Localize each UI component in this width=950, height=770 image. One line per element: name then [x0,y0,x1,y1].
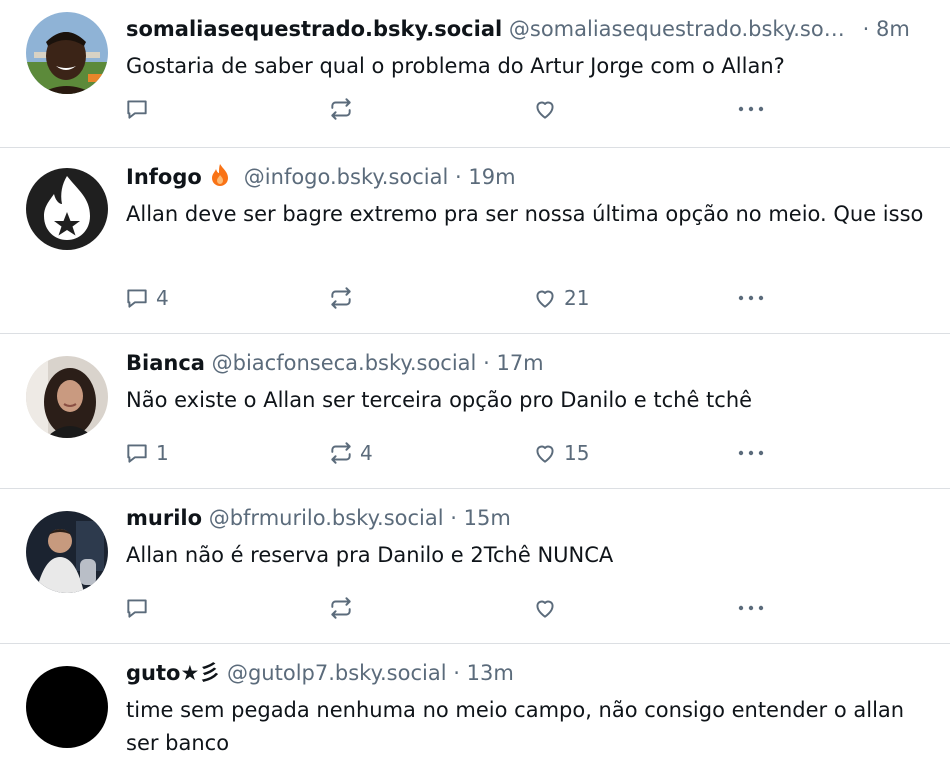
author-name[interactable]: Bianca [126,351,205,375]
post-header: murilo @bfrmurilo.bsky.social · 15m [126,503,936,533]
like-count: 21 [564,286,590,310]
post-text: Allan não é reserva pra Danilo e 2Tchê N… [126,543,614,567]
post-actions: 4 21 [0,283,950,313]
avatar[interactable] [26,168,108,250]
post-header: Bianca @biacfonseca.bsky.social · 17m [126,348,936,378]
post-header: guto★彡 @gutolp7.bsky.social · 13m [126,658,936,688]
flame-icon [211,164,228,186]
more-options-button[interactable] [736,593,766,623]
more-icon [738,295,764,301]
more-options-button[interactable] [736,438,766,468]
author-name[interactable]: guto★彡 [126,661,220,685]
heart-icon [536,290,554,308]
reply-button[interactable]: 1 [124,438,169,468]
post-time[interactable]: 15m [464,506,511,530]
author-name[interactable]: murilo [126,506,202,530]
reply-icon [127,100,147,119]
avatar[interactable] [26,12,108,94]
post-actions: 1 4 15 [0,438,950,468]
reply-icon [127,289,147,308]
reply-icon [127,599,147,618]
post-time[interactable]: 8m [876,17,910,41]
post-time[interactable]: 13m [467,661,514,685]
post-text: Não existe o Allan ser terceira opção pr… [126,388,753,412]
repost-icon [331,597,351,619]
reply-icon [127,444,147,463]
repost-button[interactable] [328,94,360,124]
feed-post[interactable]: murilo @bfrmurilo.bsky.social · 15m Alla… [0,489,950,644]
separator-dot: · [450,506,457,530]
reply-button[interactable]: 4 [124,283,169,313]
like-button[interactable] [532,94,564,124]
feed-post[interactable]: guto★彡 @gutolp7.bsky.social · 13m time s… [0,644,950,770]
post-text: Allan deve ser bagre extremo pra ser nos… [126,202,924,226]
feed-post[interactable]: Infogo @infogo.bsky.social · 19m Allan de… [0,148,950,334]
repost-button[interactable]: 4 [328,438,373,468]
author-name[interactable]: somaliasequestrado.bsky.social [126,17,502,41]
author-name[interactable]: Infogo [126,165,202,189]
reply-count: 1 [156,441,169,465]
post-time[interactable]: 17m [496,351,543,375]
more-options-button[interactable] [736,94,766,124]
author-handle[interactable]: @gutolp7.bsky.social [227,661,447,685]
post-header: Infogo @infogo.bsky.social · 19m [126,162,936,192]
separator-dot: · [483,351,490,375]
post-actions [0,94,950,124]
post-text: time sem pegada nenhuma no meio campo, n… [126,698,905,755]
feed-post[interactable]: Bianca @biacfonseca.bsky.social · 17m Nã… [0,334,950,489]
more-options-button[interactable] [736,283,766,313]
repost-icon [331,442,351,464]
reply-button[interactable] [124,94,156,124]
heart-icon [536,101,554,119]
heart-icon [536,600,554,618]
repost-count: 4 [360,441,373,465]
post-feed: somaliasequestrado.bsky.social @somalias… [0,0,950,770]
more-icon [738,605,764,611]
like-button[interactable]: 21 [532,283,589,313]
avatar[interactable] [26,511,108,593]
author-handle[interactable]: @biacfonseca.bsky.social [212,351,477,375]
feed-post[interactable]: somaliasequestrado.bsky.social @somalias… [0,0,950,148]
author-handle[interactable]: @infogo.bsky.social [244,165,449,189]
avatar[interactable] [26,356,108,438]
like-button[interactable] [532,593,564,623]
author-handle[interactable]: @bfrmurilo.bsky.social [209,506,444,530]
heart-icon [536,445,554,463]
repost-button[interactable] [328,593,360,623]
more-icon [738,450,764,456]
more-icon [738,106,764,112]
separator-dot: · [453,661,460,685]
reply-button[interactable] [124,593,156,623]
repost-icon [331,98,351,120]
post-text: Gostaria de saber qual o problema do Art… [126,54,785,78]
post-header: somaliasequestrado.bsky.social @somalias… [126,14,936,44]
separator-dot: · [455,165,462,189]
like-count: 15 [564,441,590,465]
separator-dot: · [862,17,870,41]
repost-icon [331,287,351,309]
like-button[interactable]: 15 [532,438,589,468]
author-handle[interactable]: @somaliasequestrado.bsky.social [509,14,856,44]
avatar[interactable] [26,666,108,748]
post-actions [0,593,950,623]
reply-count: 4 [156,286,169,310]
post-time[interactable]: 19m [468,165,515,189]
repost-button[interactable] [328,283,360,313]
